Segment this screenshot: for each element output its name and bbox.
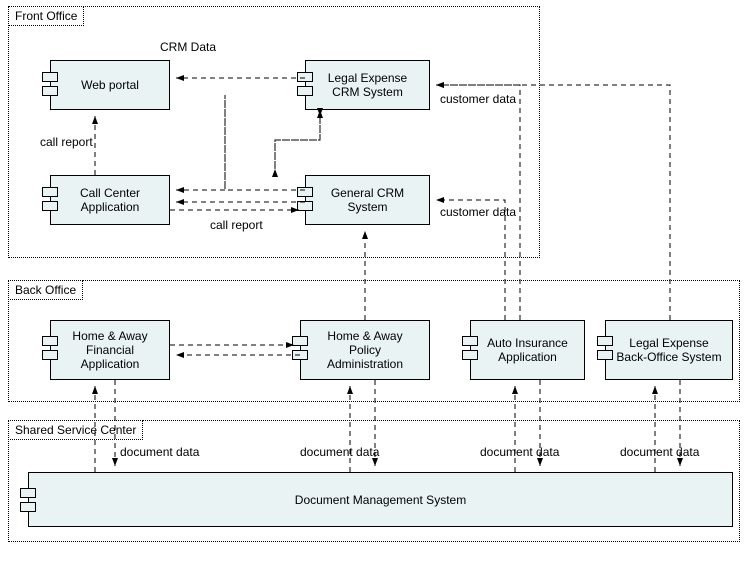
component-doc-mgmt-label: Document Management System	[295, 493, 466, 507]
diagram-canvas: Front Office Back Office Shared Service …	[0, 0, 745, 568]
component-port-icon	[42, 187, 58, 213]
component-call-center: Call Center Application	[50, 175, 170, 225]
component-doc-mgmt: Document Management System	[28, 472, 733, 527]
edge-label-call-report-2: call report	[210, 218, 263, 232]
edge-label-doc-data-1: document data	[120, 445, 199, 459]
component-ha-policy-label: Home & Away Policy Administration	[327, 329, 403, 371]
edge-label-doc-data-2: document data	[300, 445, 379, 459]
edge-label-customer-data-2: customer data	[440, 205, 516, 219]
component-port-icon	[42, 336, 58, 362]
component-ha-policy: Home & Away Policy Administration	[300, 320, 430, 380]
group-back-office-label: Back Office	[8, 280, 83, 300]
component-port-icon	[20, 488, 36, 514]
component-port-icon	[292, 336, 308, 362]
edge-label-call-report-1: call report	[40, 135, 93, 149]
edge-label-doc-data-4: document data	[620, 445, 699, 459]
component-legal-back: Legal Expense Back-Office System	[605, 320, 733, 380]
component-ha-financial-label: Home & Away Financial Application	[72, 329, 147, 371]
component-general-crm-label: General CRM System	[331, 186, 404, 214]
component-web-portal: Web portal	[50, 60, 170, 110]
group-front-office-label: Front Office	[8, 6, 84, 26]
component-port-icon	[297, 187, 313, 213]
component-legal-back-label: Legal Expense Back-Office System	[616, 336, 721, 364]
component-legal-crm-label: Legal Expense CRM System	[328, 71, 407, 99]
component-port-icon	[462, 336, 478, 362]
component-web-portal-label: Web portal	[81, 78, 139, 92]
edge-label-doc-data-3: document data	[480, 445, 559, 459]
component-auto-ins-label: Auto Insurance Application	[487, 336, 568, 364]
group-shared-service-center-label: Shared Service Center	[8, 420, 143, 440]
component-general-crm: General CRM System	[305, 175, 430, 225]
component-port-icon	[42, 72, 58, 98]
edge-label-crm-data: CRM Data	[160, 40, 216, 54]
component-auto-ins: Auto Insurance Application	[470, 320, 585, 380]
component-port-icon	[297, 72, 313, 98]
edge-label-customer-data-1: customer data	[440, 92, 516, 106]
component-port-icon	[597, 336, 613, 362]
component-legal-crm: Legal Expense CRM System	[305, 60, 430, 110]
component-ha-financial: Home & Away Financial Application	[50, 320, 170, 380]
component-call-center-label: Call Center Application	[80, 186, 140, 214]
